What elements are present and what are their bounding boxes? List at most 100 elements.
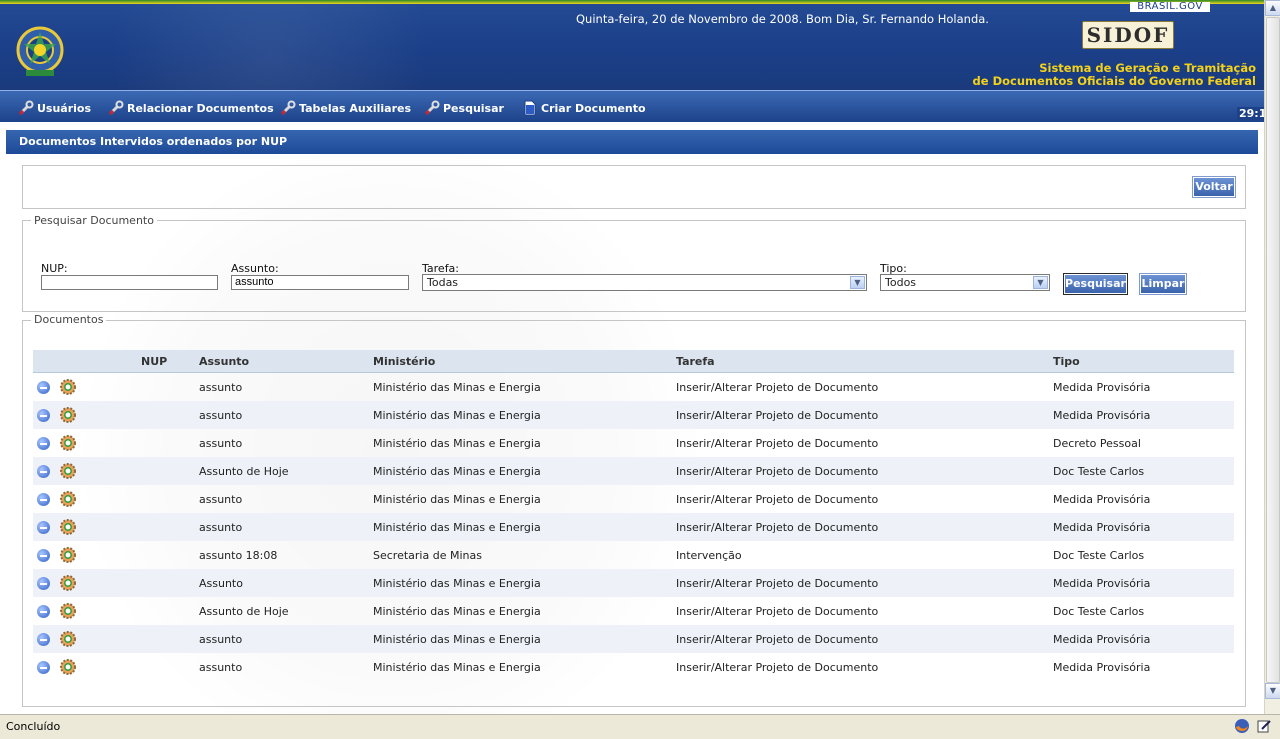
gear-icon[interactable]	[59, 490, 77, 508]
cell-tipo: Medida Provisória	[1053, 625, 1234, 653]
cell-tarefa: Inserir/Alterar Projeto de Documento	[676, 660, 879, 674]
cell-ministerio: Ministério das Minas e Energia	[373, 513, 676, 541]
remove-icon[interactable]	[37, 492, 50, 506]
brasil-gov-link[interactable]: BRASIL.GOV	[1130, 2, 1210, 12]
gear-icon[interactable]	[59, 518, 77, 536]
table-row[interactable]: assunto Ministério das Minas e Energia Ins…	[33, 653, 1234, 681]
col-tarefa[interactable]: Tarefa	[676, 350, 1053, 373]
tipo-select-value: Todos	[885, 276, 917, 289]
pesquisar-button[interactable]: Pesquisar	[1063, 273, 1128, 295]
status-text: Concluído	[6, 720, 61, 733]
gear-icon[interactable]	[59, 406, 77, 424]
cell-tipo: Decreto Pessoal	[1053, 436, 1141, 450]
remove-icon[interactable]	[37, 604, 50, 618]
actions-box	[22, 165, 1246, 209]
row-actions-cell	[33, 373, 141, 402]
remove-icon[interactable]	[37, 548, 50, 562]
cell-tipo: Doc Teste Carlos	[1053, 548, 1145, 562]
search-fieldset	[22, 220, 1246, 312]
remove-icon[interactable]	[37, 464, 50, 478]
nav-criar-documento-label: Criar Documento	[541, 101, 646, 115]
remove-icon[interactable]	[37, 660, 50, 674]
assunto-input[interactable]	[231, 275, 409, 290]
cell-ministerio: Ministério das Minas e Energia	[373, 625, 676, 653]
remove-icon[interactable]	[37, 408, 50, 422]
assunto-label: Assunto:	[231, 262, 279, 275]
sidof-logo: SIDOF	[1082, 17, 1174, 49]
row-actions-cell	[33, 597, 141, 625]
gear-icon[interactable]	[59, 378, 77, 396]
col-nup[interactable]: NUP	[141, 350, 199, 373]
scroll-up-icon[interactable]: ▲	[1265, 0, 1280, 16]
table-row[interactable]: Assunto Ministério das Minas e Energia Ins…	[33, 569, 1234, 597]
col-ministerio[interactable]: Ministério	[373, 350, 676, 373]
tarefa-select[interactable]: Todas ▼	[422, 274, 867, 291]
nav-criar-documento[interactable]: Criar Documento	[522, 100, 646, 116]
remove-icon[interactable]	[37, 436, 50, 450]
col-assunto[interactable]: Assunto	[199, 350, 373, 373]
cell-assunto: assunto	[199, 436, 243, 450]
sidof-logo-text: SIDOF	[1082, 21, 1174, 49]
documents-legend: Documentos	[31, 313, 107, 326]
chevron-down-icon: ▼	[850, 276, 865, 289]
table-row[interactable]: assunto Ministério das Minas e Energia Ins…	[33, 625, 1234, 653]
vertical-scrollbar[interactable]: ▲ ▼	[1264, 0, 1280, 714]
remove-icon[interactable]	[37, 576, 50, 590]
table-row[interactable]: assunto Ministério das Minas e Energia Ins…	[33, 485, 1234, 513]
scroll-thumb[interactable]	[1266, 17, 1280, 683]
cell-assunto: assunto	[199, 401, 373, 429]
gear-icon[interactable]	[59, 574, 77, 592]
nup-input[interactable]	[41, 275, 218, 290]
gear-icon[interactable]	[59, 546, 77, 564]
gear-icon[interactable]	[59, 630, 77, 648]
firefox-icon[interactable]	[1234, 718, 1250, 734]
table-row[interactable]: assunto Ministério das Minas e Energia Ins…	[33, 373, 1234, 402]
tools-icon	[108, 100, 124, 116]
page-title: Documentos Intervidos ordenados por NUP	[6, 130, 1258, 154]
gear-icon[interactable]	[59, 462, 77, 480]
gear-icon[interactable]	[59, 658, 77, 676]
scroll-down-icon[interactable]: ▼	[1265, 683, 1280, 699]
cell-nup	[141, 429, 199, 457]
documents-table: NUP Assunto Ministério Tarefa Tipo assun…	[33, 350, 1234, 681]
table-row[interactable]: assunto 18:08 Secretaria de Minas Interven…	[33, 541, 1234, 569]
cell-ministerio: Secretaria de Minas	[373, 548, 482, 562]
voltar-button[interactable]: Voltar	[1192, 176, 1236, 198]
cell-tipo: Medida Provisória	[1053, 569, 1234, 597]
row-actions-cell	[33, 541, 141, 569]
gear-icon[interactable]	[59, 434, 77, 452]
nav-tabelas-auxiliares[interactable]: Tabelas Auxiliares	[280, 100, 411, 116]
cell-tarefa: Inserir/Alterar Projeto de Documento	[676, 457, 1053, 485]
table-row[interactable]: Assunto de Hoje Ministério das Minas e En…	[33, 457, 1234, 485]
cell-tarefa: Inserir/Alterar Projeto de Documento	[676, 569, 1053, 597]
tipo-select[interactable]: Todos ▼	[880, 274, 1050, 291]
cell-nup	[141, 373, 199, 402]
remove-icon[interactable]	[37, 632, 50, 646]
cell-tipo: Medida Provisória	[1053, 492, 1151, 506]
cell-nup	[141, 653, 199, 681]
remove-icon[interactable]	[37, 520, 50, 534]
remove-icon[interactable]	[37, 380, 50, 394]
nav-pesquisar[interactable]: Pesquisar	[424, 100, 504, 116]
table-row[interactable]: assunto Ministério das Minas e Energia Ins…	[33, 513, 1234, 541]
system-subtitle: Sistema de Geração e Tramitação de Docum…	[973, 62, 1256, 88]
cell-tarefa: Inserir/Alterar Projeto de Documento	[676, 401, 1053, 429]
cell-assunto: Assunto de Hoje	[199, 457, 373, 485]
col-tipo[interactable]: Tipo	[1053, 350, 1234, 373]
limpar-button[interactable]: Limpar	[1139, 273, 1187, 295]
gear-icon[interactable]	[59, 602, 77, 620]
cell-assunto: Assunto	[199, 569, 373, 597]
table-row[interactable]: assunto Ministério das Minas e Energia Ins…	[33, 429, 1234, 457]
nav-pesquisar-label: Pesquisar	[443, 101, 504, 115]
cell-assunto: Assunto de Hoje	[199, 604, 289, 618]
cell-nup	[141, 485, 199, 513]
cell-tipo: Doc Teste Carlos	[1053, 604, 1145, 618]
table-row[interactable]: Assunto de Hoje Ministério das Minas e En…	[33, 597, 1234, 625]
cell-tarefa: Inserir/Alterar Projeto de Documento	[676, 380, 879, 394]
nav-relacionar-documentos[interactable]: Relacionar Documentos	[108, 100, 274, 116]
edit-icon[interactable]	[1256, 718, 1272, 734]
nav-usuarios[interactable]: Usuários	[18, 100, 91, 116]
header-texture	[60, 4, 480, 90]
table-row[interactable]: assunto Ministério das Minas e Energia Ins…	[33, 401, 1234, 429]
cell-ministerio: Ministério das Minas e Energia	[373, 436, 541, 450]
